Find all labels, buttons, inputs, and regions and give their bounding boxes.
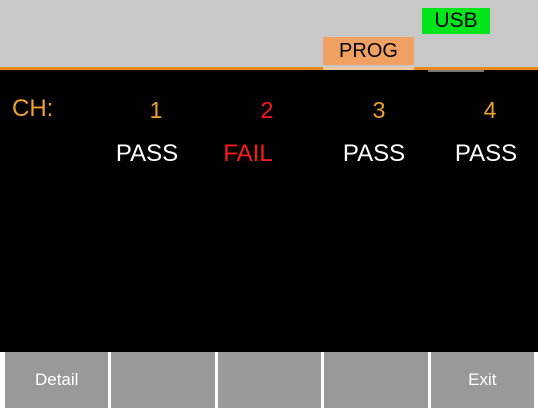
- prog-mode-underline: [323, 67, 414, 70]
- status-bar: USB PROG: [0, 0, 538, 67]
- channel-label: CH:: [12, 95, 54, 122]
- channel-3-result: PASS: [342, 140, 406, 167]
- prog-mode-badge: PROG: [323, 37, 414, 65]
- usb-status-badge: USB: [422, 8, 490, 34]
- softkey-3[interactable]: [217, 352, 322, 408]
- channel-1-result: PASS: [115, 140, 179, 167]
- channel-3-number: 3: [372, 97, 386, 123]
- softkey-detail[interactable]: Detail: [5, 352, 109, 408]
- softkey-4[interactable]: [324, 352, 428, 408]
- channel-2-result: FAIL: [223, 140, 273, 167]
- channel-2-number: 2: [260, 97, 274, 123]
- channel-1-number: 1: [149, 97, 163, 123]
- instrument-screen: USB PROG CH: 1 2 3 4 PASS FAIL PASS PASS…: [0, 0, 538, 408]
- softkey-exit[interactable]: Exit: [430, 352, 535, 408]
- softkey-bar: Detail Exit: [0, 352, 538, 408]
- channel-4-number: 4: [483, 97, 497, 123]
- softkey-2[interactable]: [111, 352, 215, 408]
- header-gap-line: [428, 70, 484, 72]
- channel-4-result: PASS: [454, 140, 518, 167]
